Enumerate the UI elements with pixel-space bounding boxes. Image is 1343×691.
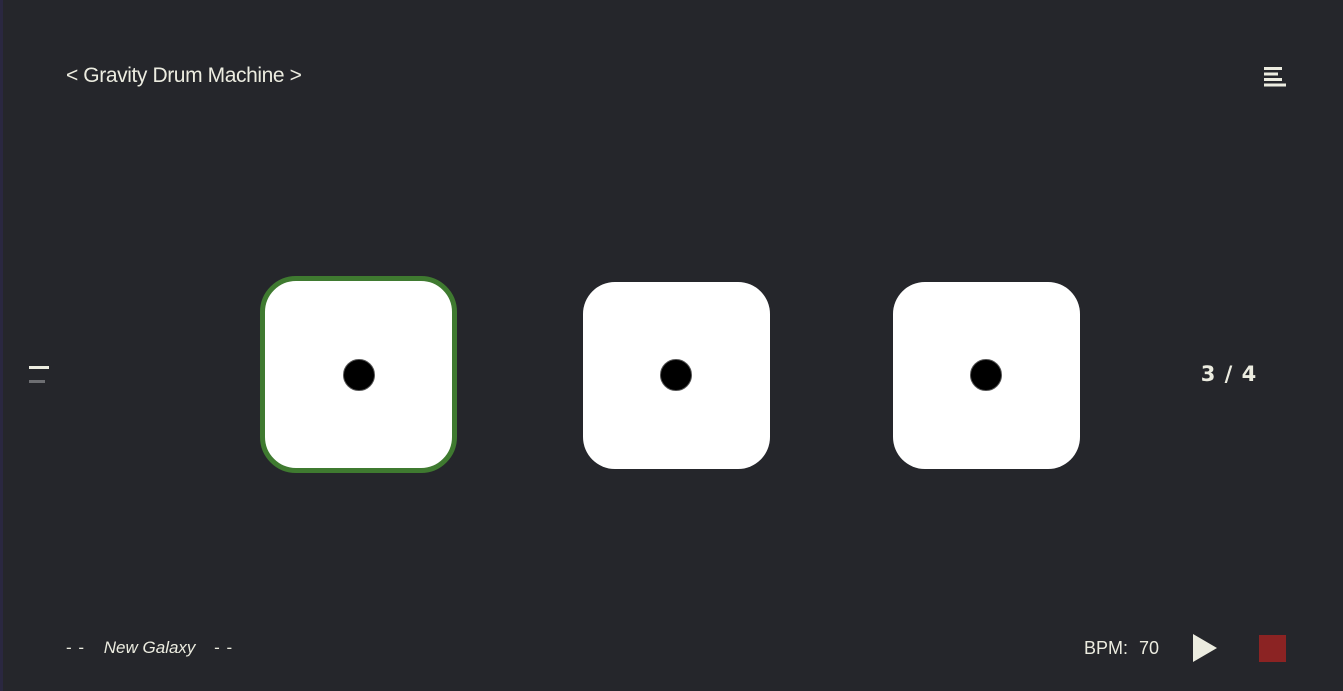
left-edge-stripe [0, 0, 3, 691]
song-name[interactable]: New Galaxy [104, 638, 196, 657]
drum-pad-3[interactable] [893, 282, 1080, 469]
bpm-control: BPM: 70 [1084, 638, 1159, 659]
bpm-label: BPM: [1084, 638, 1129, 658]
stop-button[interactable] [1259, 635, 1286, 662]
app-title[interactable]: < Gravity Drum Machine > [66, 64, 302, 88]
die-pip [660, 359, 692, 391]
song-selector: - - New Galaxy - - [66, 638, 233, 658]
song-prev-dashes: - - [66, 638, 86, 657]
menu-icon [1264, 67, 1286, 87]
page-counter: 3 / 4 [1200, 362, 1258, 386]
play-icon [1193, 634, 1217, 662]
song-next-dashes: - - [214, 638, 234, 657]
indicator-bar-active [29, 366, 49, 369]
die-pip [343, 359, 375, 391]
indicator-bar-inactive [29, 380, 45, 383]
die-pip [970, 359, 1002, 391]
side-level-indicator [28, 364, 50, 388]
play-button[interactable] [1190, 632, 1220, 664]
menu-button[interactable] [1261, 64, 1287, 90]
drum-pad-2[interactable] [583, 282, 770, 469]
bpm-value[interactable]: 70 [1139, 638, 1159, 658]
drum-pad-1[interactable] [260, 276, 457, 473]
